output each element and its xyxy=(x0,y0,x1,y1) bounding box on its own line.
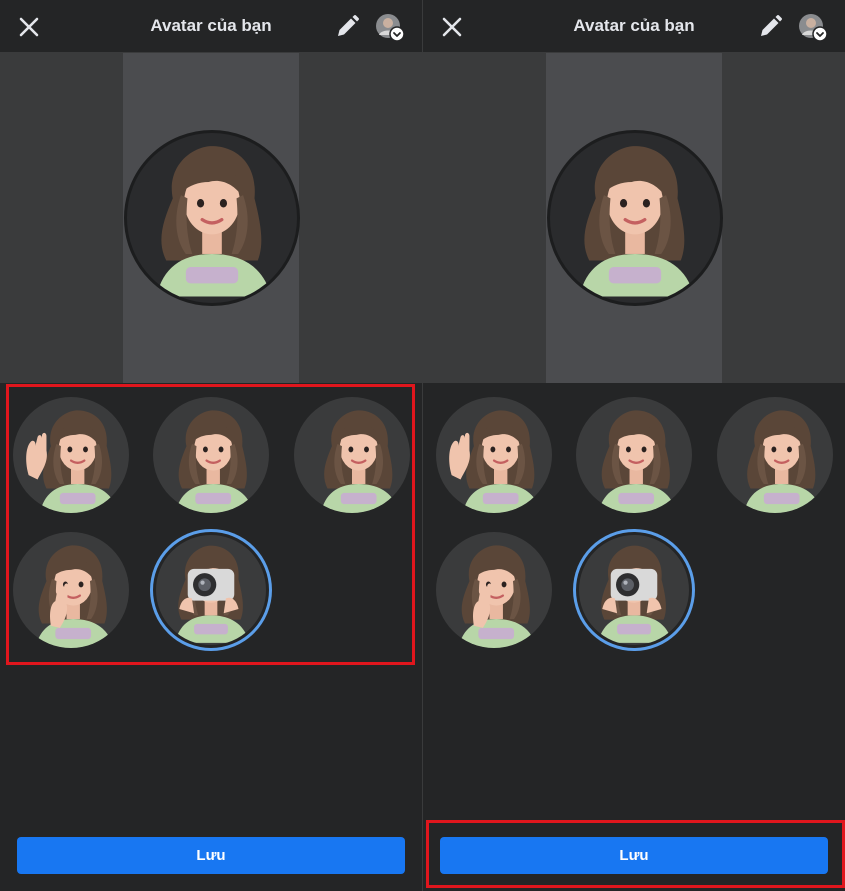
pose-smile[interactable] xyxy=(576,397,692,513)
pencil-icon xyxy=(338,15,359,36)
pose-smile[interactable] xyxy=(153,397,269,513)
screen-right: Avatar của bạn Lưu xyxy=(423,0,845,891)
edit-button[interactable] xyxy=(756,13,784,41)
avatar-preview xyxy=(124,130,300,306)
pose-camera[interactable] xyxy=(576,532,692,648)
avatar-preview-area xyxy=(423,53,845,383)
pose-wave[interactable] xyxy=(13,397,129,513)
edit-button[interactable] xyxy=(333,13,361,41)
profile-picture-button[interactable] xyxy=(375,13,405,43)
avatar-preview-area xyxy=(0,53,422,383)
pose-wave[interactable] xyxy=(436,397,552,513)
pencil-icon xyxy=(761,15,782,36)
poses-grid xyxy=(0,383,422,673)
profile-picture-icon xyxy=(376,14,405,42)
save-button[interactable]: Lưu xyxy=(440,837,828,874)
pose-camera[interactable] xyxy=(153,532,269,648)
pose-peace-sign[interactable] xyxy=(13,532,129,648)
save-button[interactable]: Lưu xyxy=(17,837,405,874)
avatar-preview xyxy=(547,130,723,306)
pose-side-smile[interactable] xyxy=(717,397,833,513)
pose-side-smile[interactable] xyxy=(294,397,410,513)
pose-peace-sign[interactable] xyxy=(436,532,552,648)
top-bar: Avatar của bạn xyxy=(0,0,422,53)
top-bar: Avatar của bạn xyxy=(423,0,845,53)
profile-picture-button[interactable] xyxy=(798,13,828,43)
screen-left: Avatar của bạn Lưu xyxy=(0,0,422,891)
poses-grid xyxy=(423,383,845,673)
profile-picture-icon xyxy=(799,14,828,42)
